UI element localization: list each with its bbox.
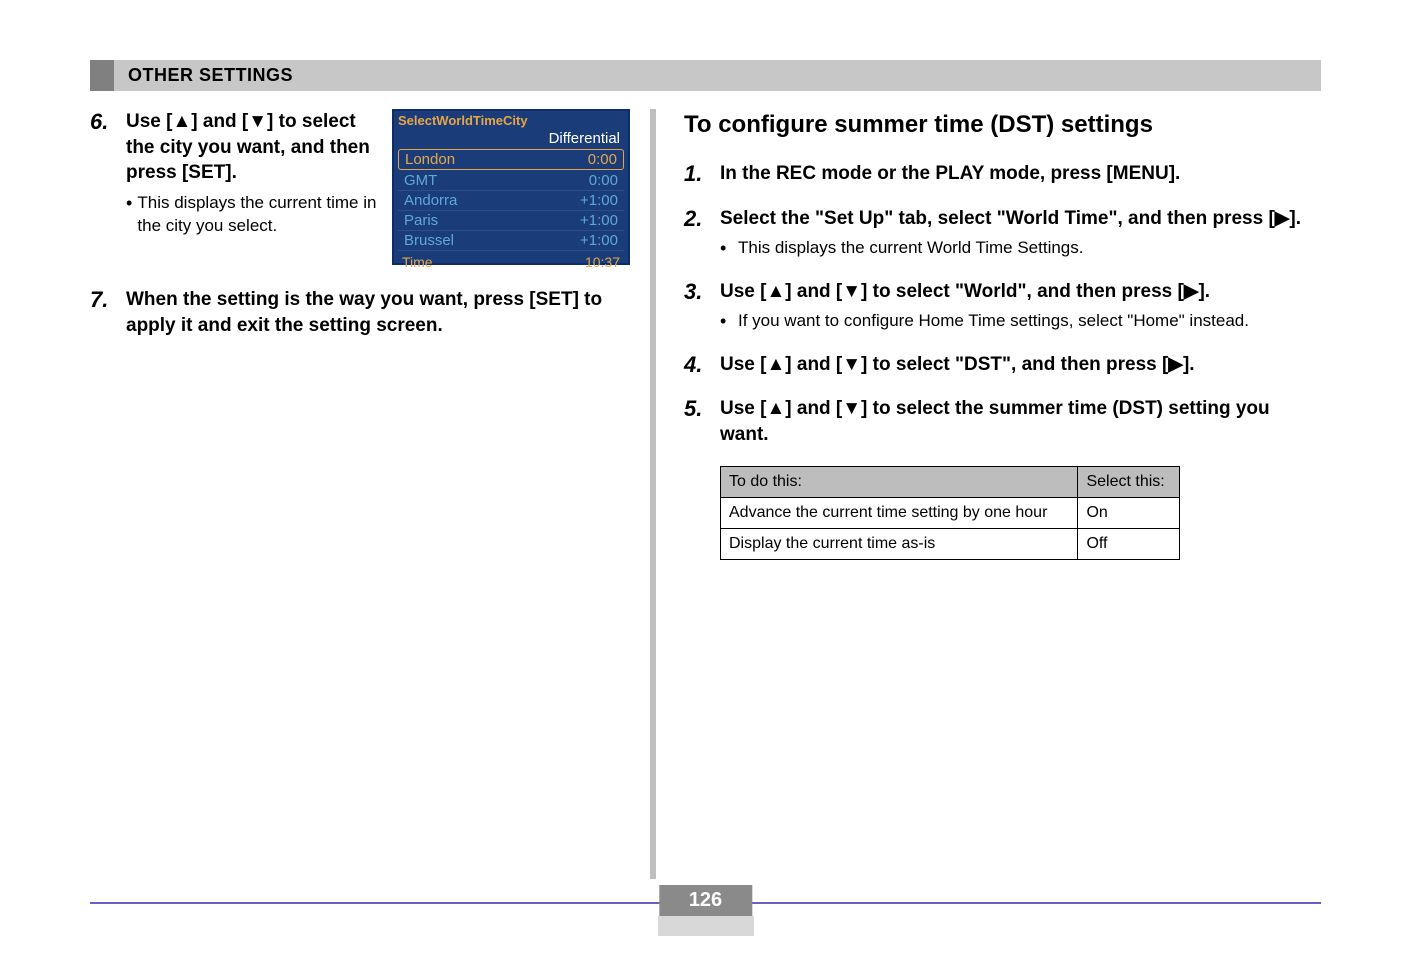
- step-number: 1.: [684, 161, 720, 187]
- lcd-city-diff: +1:00: [580, 192, 618, 209]
- lcd-city-diff: +1:00: [580, 232, 618, 249]
- table-row: Display the current time as-isOff: [721, 528, 1180, 559]
- step-title: When the setting is the way you want, pr…: [126, 287, 630, 338]
- step-number: 7.: [90, 287, 126, 313]
- right-column: To configure summer time (DST) settings …: [650, 109, 1321, 879]
- step-6: 6. Use [▲] and [▼] to select the city yo…: [90, 109, 380, 238]
- table-cell: Off: [1078, 528, 1180, 559]
- table-cell: On: [1078, 497, 1180, 528]
- page-number: 126: [659, 885, 752, 916]
- step: 5.Use [▲] and [▼] to select the summer t…: [684, 396, 1321, 447]
- step-bullet: •If you want to configure Home Time sett…: [720, 310, 1321, 333]
- lcd-city-name: Brussel: [404, 232, 454, 249]
- bullet-dot-icon: •: [720, 310, 738, 333]
- step-number: 6.: [90, 109, 126, 135]
- lcd-footer: Time 10:37: [396, 251, 626, 270]
- dst-options-table: To do this: Select this: Advance the cur…: [720, 466, 1180, 560]
- bullet-text: This displays the current time in the ci…: [137, 192, 380, 238]
- lcd-title: SelectWorldTimeCity: [396, 113, 626, 130]
- manual-page: OTHER SETTINGS 6. Use [▲] and [▼] to sel…: [0, 0, 1411, 954]
- lcd-city-row: London 0:00: [398, 149, 624, 170]
- bullet-dot-icon: •: [126, 192, 137, 215]
- step-bullet: • This displays the current time in the …: [126, 192, 380, 238]
- two-column-layout: 6. Use [▲] and [▼] to select the city yo…: [90, 109, 1321, 879]
- lcd-footer-time: 10:37: [585, 254, 620, 270]
- lcd-city-row: Paris +1:00: [398, 211, 624, 231]
- left-column: 6. Use [▲] and [▼] to select the city yo…: [90, 109, 650, 879]
- step-title: Use [▲] and [▼] to select "World", and t…: [720, 279, 1321, 305]
- lcd-city-list: London0:00GMT0:00Andorra+1:00Paris+1:00B…: [396, 149, 626, 251]
- lcd-footer-label: Time: [402, 254, 433, 270]
- table-header: To do this:: [721, 466, 1078, 497]
- lcd-city-diff: 0:00: [589, 172, 618, 189]
- table-row: Advance the current time setting by one …: [721, 497, 1180, 528]
- step-title: In the REC mode or the PLAY mode, press …: [720, 161, 1321, 187]
- table-cell: Display the current time as-is: [721, 528, 1078, 559]
- step-number: 3.: [684, 279, 720, 305]
- lcd-city-diff: +1:00: [580, 212, 618, 229]
- lcd-city-name: GMT: [404, 172, 437, 189]
- section-heading: OTHER SETTINGS: [90, 60, 1321, 91]
- lcd-differential-header: Differential: [396, 130, 626, 149]
- lcd-city-name: Paris: [404, 212, 438, 229]
- bullet-text: This displays the current World Time Set…: [738, 237, 1084, 260]
- step-title: Use [▲] and [▼] to select the city you w…: [126, 109, 380, 186]
- lcd-city-row: Andorra +1:00: [398, 191, 624, 211]
- step-title: Use [▲] and [▼] to select the summer tim…: [720, 396, 1321, 447]
- step-bullet: •This displays the current World Time Se…: [720, 237, 1321, 260]
- lcd-city-row: Brussel +1:00: [398, 231, 624, 251]
- lcd-city-name: London: [405, 151, 455, 168]
- table-header: Select this:: [1078, 466, 1180, 497]
- lcd-city-row: GMT 0:00: [398, 171, 624, 191]
- page-number-shadow: [658, 916, 754, 936]
- step: 2.Select the "Set Up" tab, select "World…: [684, 206, 1321, 261]
- table-cell: Advance the current time setting by one …: [721, 497, 1078, 528]
- step: 4.Use [▲] and [▼] to select "DST", and t…: [684, 352, 1321, 378]
- subsection-heading: To configure summer time (DST) settings: [684, 109, 1321, 141]
- step-title: Use [▲] and [▼] to select "DST", and the…: [720, 352, 1321, 378]
- step-number: 5.: [684, 396, 720, 422]
- step: 3.Use [▲] and [▼] to select "World", and…: [684, 279, 1321, 334]
- right-steps-list: 1.In the REC mode or the PLAY mode, pres…: [684, 161, 1321, 447]
- lcd-city-diff: 0:00: [588, 151, 617, 168]
- step-number: 2.: [684, 206, 720, 232]
- step-title: Select the "Set Up" tab, select "World T…: [720, 206, 1321, 232]
- bullet-text: If you want to configure Home Time setti…: [738, 310, 1249, 333]
- bullet-dot-icon: •: [720, 237, 738, 260]
- step-7: 7. When the setting is the way you want,…: [90, 287, 630, 338]
- step-6-row: 6. Use [▲] and [▼] to select the city yo…: [90, 109, 630, 265]
- step: 1.In the REC mode or the PLAY mode, pres…: [684, 161, 1321, 187]
- world-time-lcd: SelectWorldTimeCity Differential London 0…: [392, 109, 630, 265]
- step-number: 4.: [684, 352, 720, 378]
- lcd-city-name: Andorra: [404, 192, 457, 209]
